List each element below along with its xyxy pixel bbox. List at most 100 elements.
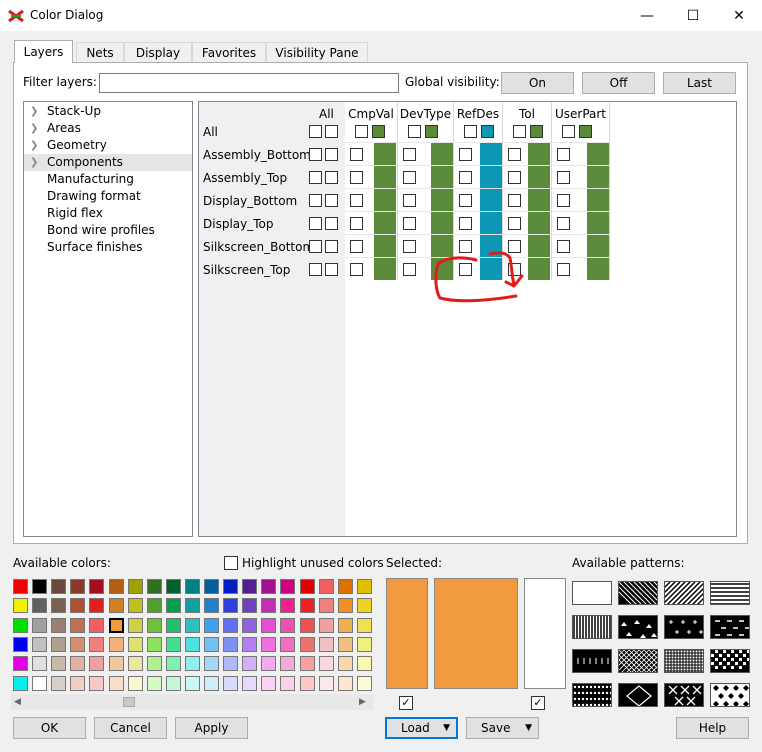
cell-visibility-checkbox[interactable] — [350, 217, 363, 230]
tree-item-drawing-format[interactable]: Drawing format — [24, 188, 192, 205]
pattern-vertical-lines[interactable] — [572, 615, 612, 639]
palette-color-cell[interactable] — [70, 598, 86, 614]
palette-color-cell[interactable] — [127, 636, 143, 652]
tab-display[interactable]: Display — [124, 42, 192, 62]
maximize-button[interactable]: ☐ — [670, 0, 716, 31]
row-visibility-checkbox[interactable] — [325, 125, 338, 138]
column-color-swatch[interactable] — [425, 125, 438, 138]
tree-item-surface-finishes[interactable]: Surface finishes — [24, 239, 192, 256]
column-color-swatch[interactable] — [579, 125, 592, 138]
cell-visibility-checkbox[interactable] — [557, 217, 570, 230]
row-visibility-checkbox[interactable] — [309, 217, 322, 230]
palette-color-cell[interactable] — [299, 656, 315, 672]
palette-color-cell[interactable] — [356, 636, 372, 652]
tree-item-stack-up[interactable]: ❯ Stack-Up — [24, 103, 192, 120]
palette-color-cell[interactable] — [204, 656, 219, 672]
palette-color-cell[interactable] — [108, 617, 124, 633]
palette-color-cell[interactable] — [318, 636, 334, 652]
cell-color-swatch[interactable] — [528, 189, 550, 211]
row-visibility-checkbox[interactable] — [325, 263, 338, 276]
palette-color-cell[interactable] — [204, 579, 219, 594]
palette-color-cell[interactable] — [280, 656, 296, 672]
tree-item-geometry[interactable]: ❯ Geometry — [24, 137, 192, 154]
palette-color-cell[interactable] — [70, 636, 86, 652]
row-visibility-checkbox[interactable] — [325, 217, 338, 230]
visibility-off-button[interactable]: Off — [582, 72, 655, 94]
row-visibility-checkbox[interactable] — [309, 148, 322, 161]
palette-color-cell[interactable] — [127, 579, 143, 594]
palette-color-cell[interactable] — [299, 579, 315, 594]
palette-color-cell[interactable] — [127, 656, 143, 672]
cell-color-swatch[interactable] — [374, 166, 396, 188]
palette-color-cell[interactable] — [184, 617, 200, 633]
palette-color-cell[interactable] — [165, 636, 181, 652]
cell-visibility-checkbox[interactable] — [508, 194, 521, 207]
column-visibility-checkbox[interactable] — [513, 125, 526, 138]
cancel-button[interactable]: Cancel — [94, 717, 167, 739]
palette-color-cell[interactable] — [299, 598, 315, 614]
palette-color-cell[interactable] — [70, 675, 86, 691]
palette-color-cell[interactable] — [337, 675, 353, 691]
minimize-button[interactable]: — — [624, 0, 670, 31]
palette-color-cell[interactable] — [146, 636, 162, 652]
palette-color-cell[interactable] — [165, 617, 181, 633]
pattern-dashes[interactable] — [710, 615, 750, 639]
palette-color-cell[interactable] — [127, 675, 143, 691]
palette-color-cell[interactable] — [13, 656, 28, 672]
close-button[interactable]: ✕ — [716, 0, 762, 31]
palette-color-cell[interactable] — [184, 598, 200, 614]
cell-visibility-checkbox[interactable] — [350, 263, 363, 276]
chevron-right-icon[interactable]: ❯ — [30, 154, 42, 171]
palette-color-cell[interactable] — [223, 598, 239, 614]
palette-color-cell[interactable] — [242, 617, 258, 633]
palette-color-cell[interactable] — [204, 598, 219, 614]
cell-visibility-checkbox[interactable] — [403, 217, 416, 230]
palette-color-cell[interactable] — [261, 579, 277, 594]
cell-visibility-checkbox[interactable] — [557, 194, 570, 207]
cell-color-swatch[interactable] — [374, 189, 396, 211]
palette-color-cell[interactable] — [51, 579, 67, 594]
cell-color-swatch[interactable] — [480, 143, 502, 165]
palette-color-cell[interactable] — [70, 579, 86, 594]
cell-color-swatch[interactable] — [528, 258, 550, 280]
palette-color-cell[interactable] — [89, 675, 105, 691]
cell-visibility-checkbox[interactable] — [508, 217, 521, 230]
selected-color-swatch-small[interactable] — [386, 578, 428, 689]
palette-color-cell[interactable] — [32, 598, 48, 614]
pattern-enable-checkbox[interactable]: ✓ — [531, 696, 545, 710]
cell-visibility-checkbox[interactable] — [557, 171, 570, 184]
cell-visibility-checkbox[interactable] — [403, 171, 416, 184]
cell-color-swatch[interactable] — [587, 212, 609, 234]
palette-color-cell[interactable] — [13, 598, 28, 614]
palette-color-cell[interactable] — [184, 579, 200, 594]
palette-color-cell[interactable] — [89, 636, 105, 652]
cell-visibility-checkbox[interactable] — [459, 194, 472, 207]
visibility-on-button[interactable]: On — [501, 72, 574, 94]
pattern-dots[interactable] — [572, 683, 612, 707]
cell-visibility-checkbox[interactable] — [459, 171, 472, 184]
cell-color-swatch[interactable] — [374, 258, 396, 280]
cell-color-swatch[interactable] — [587, 166, 609, 188]
cell-visibility-checkbox[interactable] — [459, 148, 472, 161]
palette-color-cell[interactable] — [242, 675, 258, 691]
palette-color-cell[interactable] — [165, 579, 181, 594]
palette-color-cell[interactable] — [184, 636, 200, 652]
cell-visibility-checkbox[interactable] — [557, 240, 570, 253]
cell-color-swatch[interactable] — [528, 166, 550, 188]
palette-color-cell[interactable] — [146, 579, 162, 594]
cell-color-swatch[interactable] — [587, 189, 609, 211]
cell-color-swatch[interactable] — [480, 212, 502, 234]
palette-color-cell[interactable] — [146, 598, 162, 614]
scrollbar-thumb[interactable] — [123, 697, 135, 707]
column-color-swatch[interactable] — [530, 125, 543, 138]
tab-nets[interactable]: Nets — [76, 42, 124, 62]
palette-color-cell[interactable] — [89, 598, 105, 614]
cell-color-swatch[interactable] — [528, 143, 550, 165]
cell-visibility-checkbox[interactable] — [508, 148, 521, 161]
tab-favorites[interactable]: Favorites — [192, 42, 266, 62]
highlight-unused-checkbox[interactable] — [224, 556, 238, 570]
palette-color-cell[interactable] — [318, 675, 334, 691]
palette-color-cell[interactable] — [318, 656, 334, 672]
palette-color-cell[interactable] — [89, 656, 105, 672]
column-color-swatch[interactable] — [481, 125, 494, 138]
